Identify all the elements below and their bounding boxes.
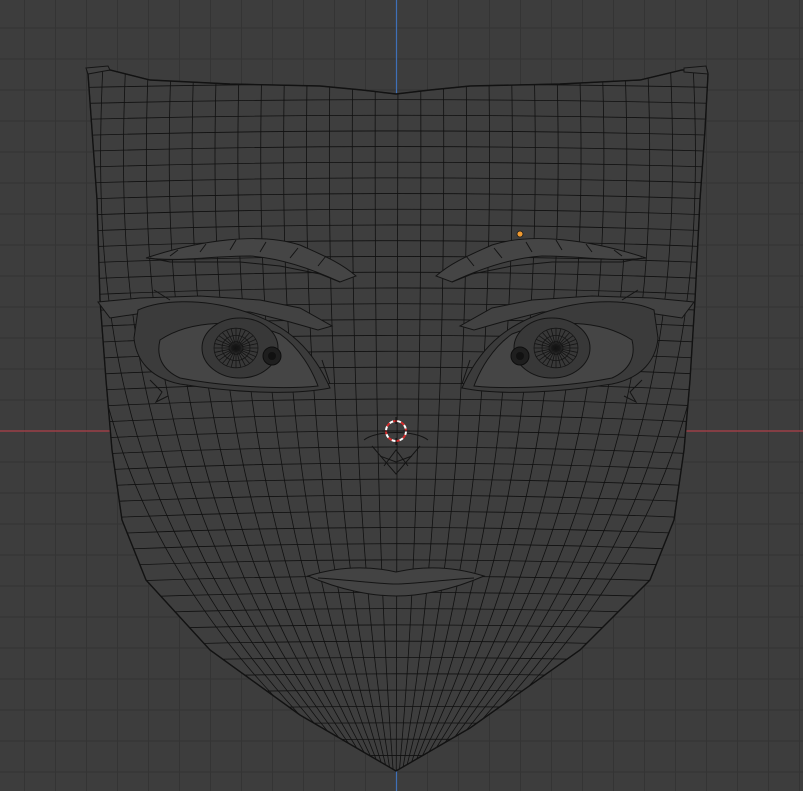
3d-viewport[interactable] [0,0,803,791]
forehead-top-edge-right [683,65,709,75]
viewport-canvas[interactable] [0,0,803,791]
mesh-edge-loop [60,772,740,776]
object-origin-icon[interactable] [516,230,524,238]
